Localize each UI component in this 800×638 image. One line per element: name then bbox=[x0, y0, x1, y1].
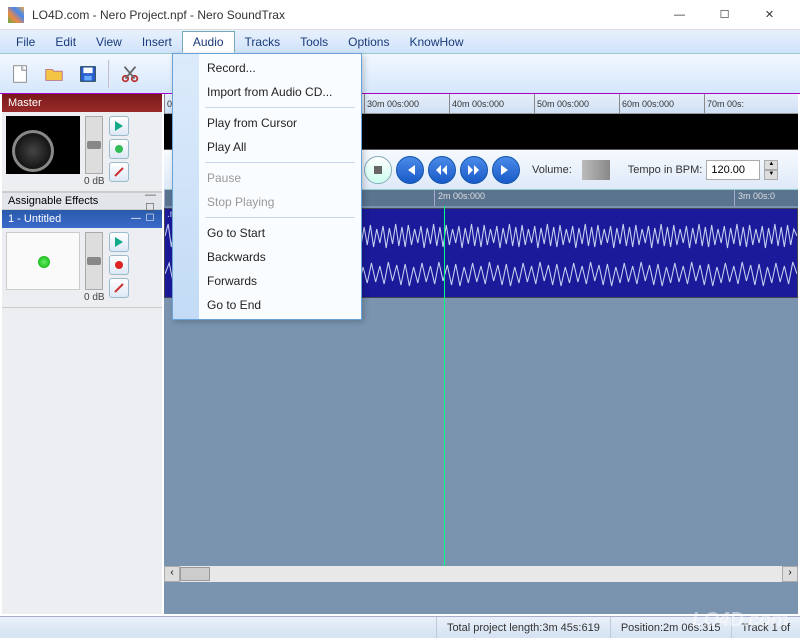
menu-backwards[interactable]: Backwards bbox=[175, 245, 359, 269]
volume-label: Volume: bbox=[532, 164, 572, 176]
horizontal-scrollbar[interactable]: ‹ › bbox=[164, 566, 798, 582]
stop-button[interactable] bbox=[364, 156, 392, 184]
ruler-tick: 60m 00s:000 bbox=[619, 94, 704, 113]
master-play-button[interactable] bbox=[109, 116, 129, 136]
titlebar: LO4D.com - Nero Project.npf - Nero Sound… bbox=[0, 0, 800, 30]
menubar: File Edit View Insert Audio Tracks Tools… bbox=[0, 30, 800, 54]
menu-insert[interactable]: Insert bbox=[132, 32, 182, 52]
master-panel: 0 dB bbox=[2, 112, 162, 192]
effects-title: Assignable Effects bbox=[8, 195, 98, 207]
pan-control[interactable] bbox=[6, 232, 80, 290]
menu-view[interactable]: View bbox=[86, 32, 132, 52]
open-icon[interactable] bbox=[38, 58, 70, 90]
scroll-track[interactable] bbox=[180, 566, 782, 582]
rewind-button[interactable] bbox=[428, 156, 456, 184]
menu-options[interactable]: Options bbox=[338, 32, 399, 52]
dropdown-separator bbox=[205, 162, 355, 163]
toolbar bbox=[0, 54, 800, 94]
window-title: LO4D.com - Nero Project.npf - Nero Sound… bbox=[32, 8, 657, 22]
save-icon[interactable] bbox=[72, 58, 104, 90]
dropdown-separator bbox=[205, 107, 355, 108]
menu-audio[interactable]: Audio bbox=[182, 31, 235, 53]
position-label: Position: bbox=[621, 622, 663, 634]
close-button[interactable]: ✕ bbox=[747, 1, 792, 29]
effects-close-icon[interactable]: ☐ bbox=[145, 201, 156, 214]
track1-title: 1 - Untitled bbox=[8, 213, 61, 225]
menu-pause: Pause bbox=[175, 166, 359, 190]
track1-maximize-icon[interactable]: ☐ bbox=[144, 213, 156, 225]
menu-tools[interactable]: Tools bbox=[290, 32, 338, 52]
speaker-icon bbox=[6, 116, 80, 174]
ruler-tick: 70m 00s: bbox=[704, 94, 789, 113]
scroll-right-icon[interactable]: › bbox=[782, 566, 798, 582]
master-title: Master bbox=[8, 97, 42, 109]
bpm-input[interactable] bbox=[706, 160, 760, 180]
audio-dropdown: Record... Import from Audio CD... Play f… bbox=[172, 53, 362, 320]
app-icon bbox=[8, 7, 24, 23]
go-end-button[interactable] bbox=[492, 156, 520, 184]
cut-icon[interactable] bbox=[114, 58, 146, 90]
track1-header[interactable]: 1 - Untitled —☐ bbox=[2, 210, 162, 228]
master-fader[interactable] bbox=[85, 116, 103, 174]
ruler-tick: 40m 00s:000 bbox=[449, 94, 534, 113]
track1-play-button[interactable] bbox=[109, 232, 129, 252]
track1-record-button[interactable] bbox=[109, 255, 129, 275]
minimize-button[interactable]: — bbox=[657, 1, 702, 29]
toolbar-divider bbox=[108, 60, 110, 88]
wave-tick: 3m 00s:0 bbox=[734, 190, 798, 206]
track1-db: 0 dB bbox=[84, 292, 105, 303]
scroll-thumb[interactable] bbox=[180, 567, 210, 581]
track1-panel: 0 dB bbox=[2, 228, 162, 308]
menu-play-cursor[interactable]: Play from Cursor bbox=[175, 111, 359, 135]
menu-import-cd[interactable]: Import from Audio CD... bbox=[175, 80, 359, 104]
length-label: Total project length: bbox=[447, 622, 542, 634]
menu-go-start[interactable]: Go to Start bbox=[175, 221, 359, 245]
bpm-spinner[interactable]: ▲▼ bbox=[764, 160, 778, 180]
menu-knowhow[interactable]: KnowHow bbox=[399, 32, 473, 52]
menu-record[interactable]: Record... bbox=[175, 56, 359, 80]
status-position: Position: 2m 06s:315 bbox=[610, 617, 731, 638]
status-track: Track 1 of bbox=[731, 617, 800, 638]
master-db: 0 dB bbox=[84, 176, 105, 187]
new-icon[interactable] bbox=[4, 58, 36, 90]
menu-file[interactable]: File bbox=[6, 32, 45, 52]
master-header: Master bbox=[2, 94, 162, 112]
effects-header: Assignable Effects —☐ bbox=[2, 192, 162, 210]
menu-stop: Stop Playing bbox=[175, 190, 359, 214]
ruler-tick: 50m 00s:000 bbox=[534, 94, 619, 113]
track1-fader[interactable] bbox=[85, 232, 103, 290]
go-start-button[interactable] bbox=[396, 156, 424, 184]
menu-forwards[interactable]: Forwards bbox=[175, 269, 359, 293]
tempo-label: Tempo in BPM: bbox=[628, 164, 703, 176]
left-panel: Master 0 dB Assignable Effects —☐ 1 - Un… bbox=[2, 94, 162, 614]
statusbar: Total project length: 3m 45s:619 Positio… bbox=[0, 616, 800, 638]
master-buttons bbox=[109, 116, 129, 187]
menu-edit[interactable]: Edit bbox=[45, 32, 86, 52]
scroll-left-icon[interactable]: ‹ bbox=[164, 566, 180, 582]
dropdown-separator bbox=[205, 217, 355, 218]
master-tools-button[interactable] bbox=[109, 162, 129, 182]
effects-minimize-icon[interactable]: — bbox=[145, 189, 156, 201]
position-value: 2m 06s:315 bbox=[663, 622, 720, 634]
length-value: 3m 45s:619 bbox=[542, 622, 599, 634]
wave-tick: 2m 00s:000 bbox=[434, 190, 734, 206]
track1-minimize-icon[interactable]: — bbox=[130, 213, 142, 225]
menu-play-all[interactable]: Play All bbox=[175, 135, 359, 159]
track1-tools-button[interactable] bbox=[109, 278, 129, 298]
playback-cursor[interactable] bbox=[444, 206, 445, 582]
status-length: Total project length: 3m 45s:619 bbox=[436, 617, 610, 638]
maximize-button[interactable]: ☐ bbox=[702, 1, 747, 29]
menu-tracks[interactable]: Tracks bbox=[235, 32, 291, 52]
track1-buttons bbox=[109, 232, 129, 303]
ruler-tick: 30m 00s:000 bbox=[364, 94, 449, 113]
master-stop-button[interactable] bbox=[109, 139, 129, 159]
menu-go-end[interactable]: Go to End bbox=[175, 293, 359, 317]
volume-slider[interactable] bbox=[582, 160, 610, 180]
forward-button[interactable] bbox=[460, 156, 488, 184]
window-controls: — ☐ ✕ bbox=[657, 1, 792, 29]
